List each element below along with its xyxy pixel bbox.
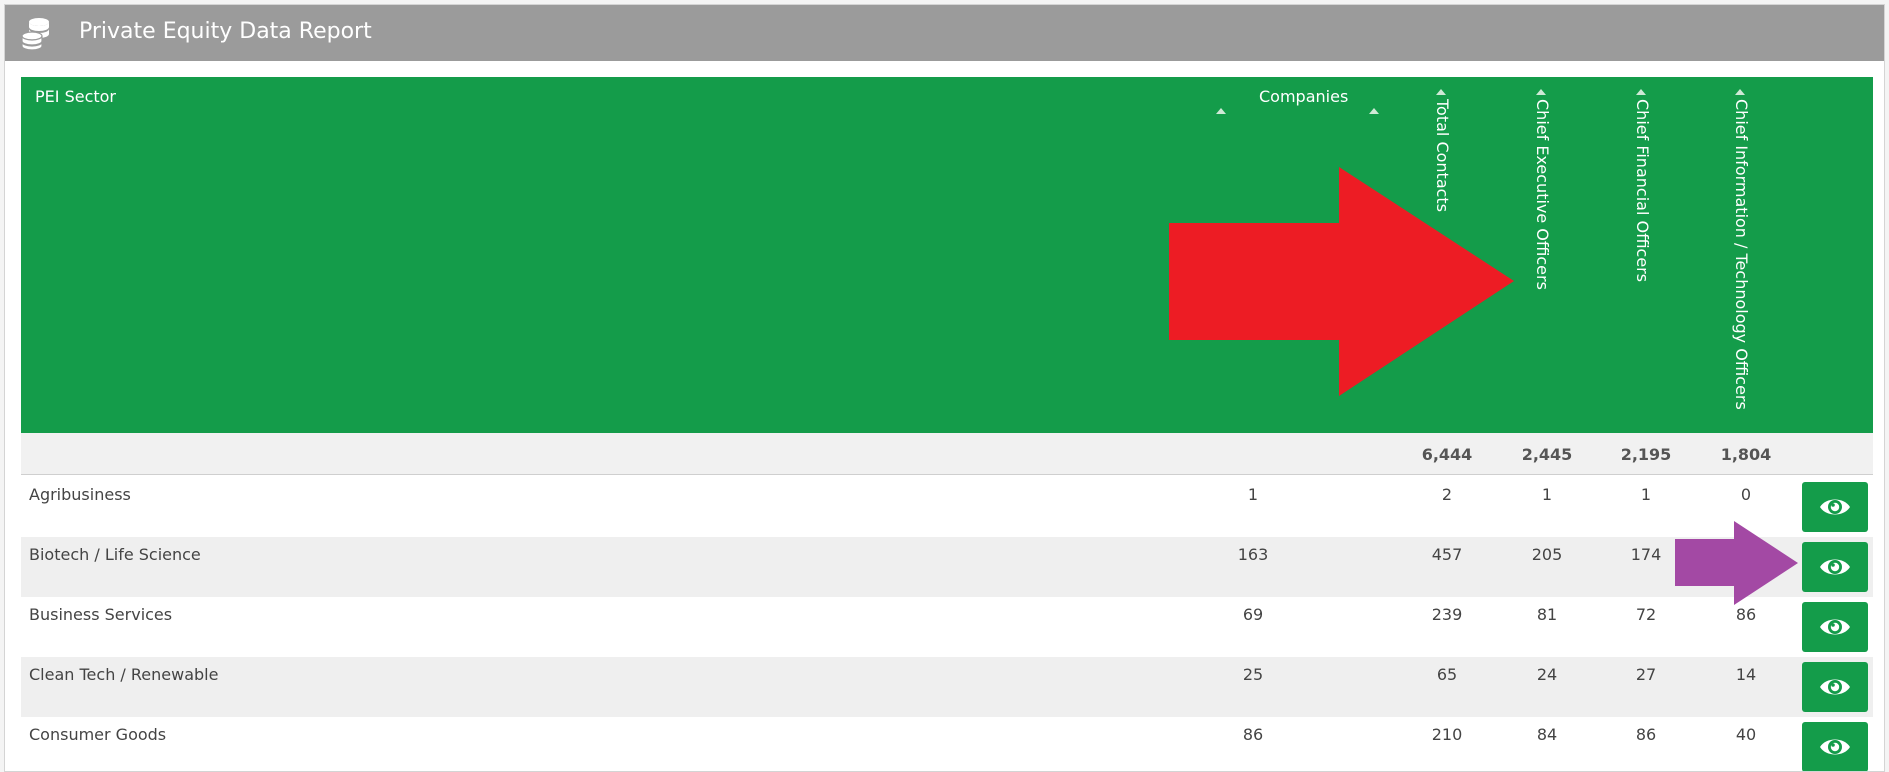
column-header-sector[interactable]: PEI Sector <box>35 87 116 106</box>
eye-icon <box>1820 679 1850 695</box>
sort-cfo-icon[interactable] <box>1636 89 1646 95</box>
sort-companies-icon[interactable] <box>1369 108 1379 114</box>
sector-name: Consumer Goods <box>29 725 167 744</box>
cfo-count: 86 <box>1635 725 1657 744</box>
sector-name: Biotech / Life Science <box>29 545 201 564</box>
eye-icon <box>1820 619 1850 635</box>
total-contacts-sum: 6,444 <box>1421 445 1473 464</box>
sort-total-contacts-icon[interactable] <box>1436 89 1446 95</box>
companies-count: 25 <box>1242 665 1264 684</box>
sort-ceo-icon[interactable] <box>1536 89 1546 95</box>
totals-row: 6,444 2,445 2,195 1,804 <box>21 433 1873 475</box>
page-title: Private Equity Data Report <box>79 19 372 44</box>
view-button[interactable] <box>1802 602 1868 652</box>
table-header: PEI Sector Companies Total Contacts Chie… <box>21 77 1873 433</box>
total-contacts-count: 65 <box>1436 665 1458 684</box>
total-cio-sum: 1,804 <box>1720 445 1772 464</box>
sector-name: Agribusiness <box>29 485 131 504</box>
eye-icon <box>1820 739 1850 755</box>
panel-header: Private Equity Data Report <box>5 5 1884 61</box>
companies-count: 69 <box>1242 605 1264 624</box>
column-header-cfo[interactable]: Chief Financial Officers <box>1630 99 1652 429</box>
page-frame: Private Equity Data Report PEI Sector Co… <box>0 0 1889 772</box>
ceo-count: 24 <box>1536 665 1558 684</box>
database-coins-icon <box>19 15 55 51</box>
cio-count: 40 <box>1735 725 1757 744</box>
cio-count: 86 <box>1735 605 1757 624</box>
ceo-count: 84 <box>1536 725 1558 744</box>
column-header-ceo[interactable]: Chief Executive Officers <box>1530 99 1552 429</box>
view-button[interactable] <box>1802 482 1868 532</box>
sector-name: Business Services <box>29 605 173 624</box>
sort-cio-icon[interactable] <box>1735 89 1745 95</box>
column-label-total-contacts: Total Contacts <box>1433 99 1452 213</box>
cfo-count: 72 <box>1635 605 1657 624</box>
column-label-cio: Chief Information / Technology Officers <box>1732 99 1751 410</box>
total-contacts-count: 239 <box>1431 605 1463 624</box>
column-label-ceo: Chief Executive Officers <box>1533 99 1552 290</box>
table-row: Biotech / Life Science 163 457 205 174 <box>21 537 1873 597</box>
sort-sector-icon[interactable] <box>1216 108 1226 114</box>
column-header-total-contacts[interactable]: Total Contacts <box>1430 99 1452 429</box>
companies-count: 163 <box>1237 545 1269 564</box>
companies-count: 86 <box>1242 725 1264 744</box>
table-row: Clean Tech / Renewable 25 65 24 27 14 <box>21 657 1873 717</box>
ceo-count: 205 <box>1531 545 1563 564</box>
column-label-cfo: Chief Financial Officers <box>1633 99 1652 283</box>
column-header-cio[interactable]: Chief Information / Technology Officers <box>1729 99 1751 429</box>
total-contacts-count: 457 <box>1431 545 1463 564</box>
total-cfo-sum: 2,195 <box>1620 445 1672 464</box>
report-panel: Private Equity Data Report PEI Sector Co… <box>4 4 1885 772</box>
table-row: Consumer Goods 86 210 84 86 40 <box>21 717 1873 771</box>
cio-count: 14 <box>1735 665 1757 684</box>
companies-count: 1 <box>1247 485 1259 504</box>
eye-icon <box>1820 559 1850 575</box>
view-button[interactable] <box>1802 662 1868 712</box>
ceo-count: 1 <box>1541 485 1553 504</box>
view-button[interactable] <box>1802 722 1868 771</box>
view-button[interactable] <box>1802 542 1868 592</box>
cio-count: 0 <box>1740 485 1752 504</box>
cfo-count: 1 <box>1640 485 1652 504</box>
table-row: Business Services 69 239 81 72 86 <box>21 597 1873 657</box>
cfo-count: 174 <box>1630 545 1662 564</box>
total-ceo-sum: 2,445 <box>1521 445 1573 464</box>
cfo-count: 27 <box>1635 665 1657 684</box>
ceo-count: 81 <box>1536 605 1558 624</box>
column-header-companies[interactable]: Companies <box>1259 87 1348 106</box>
sector-name: Clean Tech / Renewable <box>29 665 219 684</box>
eye-icon <box>1820 499 1850 515</box>
total-contacts-count: 2 <box>1441 485 1453 504</box>
total-contacts-count: 210 <box>1431 725 1463 744</box>
table-row: Agribusiness 1 2 1 1 0 <box>21 477 1873 537</box>
